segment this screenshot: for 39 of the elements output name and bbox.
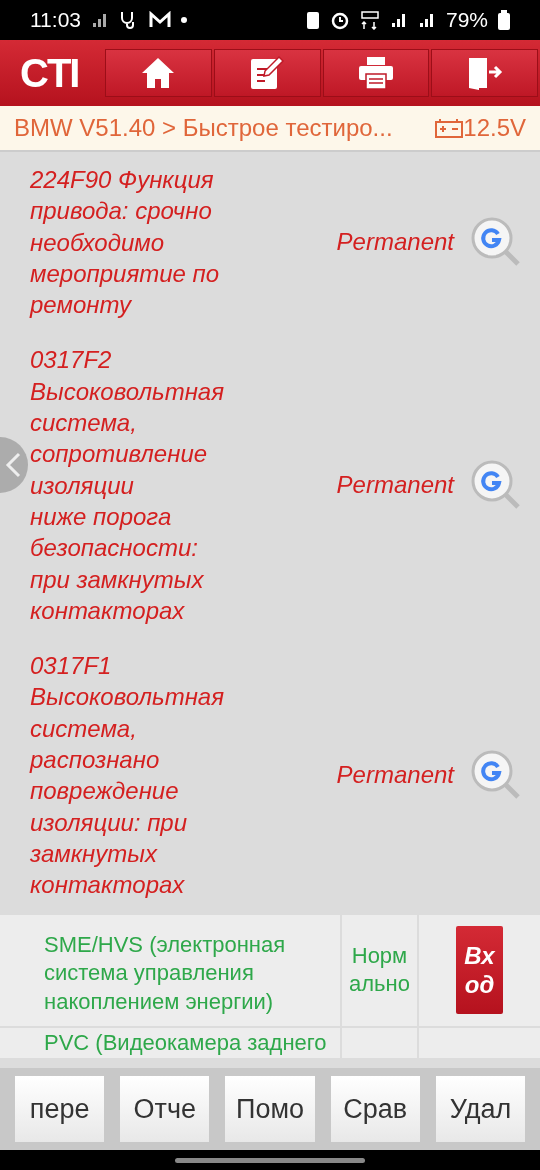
fault-description: 0317F1 Высоковольтная система, распознано повреждение изоляции: при замкнутых контакторах bbox=[30, 651, 226, 901]
mail-icon bbox=[149, 11, 171, 29]
print-button[interactable] bbox=[322, 49, 430, 97]
fault-status: Permanent bbox=[336, 761, 454, 789]
exit-button[interactable] bbox=[431, 49, 538, 97]
system-name-cell: SME/HVS (электронная система управления накоплением энергии) bbox=[0, 914, 340, 1027]
home-icon bbox=[141, 57, 176, 89]
signal-icon bbox=[417, 11, 436, 29]
fault-status: Permanent bbox=[336, 228, 454, 256]
battery-icon bbox=[498, 10, 510, 30]
system-state-cell: Норм ально bbox=[342, 914, 417, 1027]
dot-icon bbox=[181, 17, 187, 23]
fault-description: 224F90 Функция привода: срочно необходимо мероприятие по ремонту bbox=[30, 165, 221, 321]
battery-percent: 79% bbox=[445, 8, 488, 32]
edit-button[interactable] bbox=[213, 49, 321, 97]
signal-icon bbox=[389, 11, 408, 29]
toolbar-button[interactable]: Помо bbox=[225, 1076, 315, 1142]
toolbar-button[interactable]: пере bbox=[15, 1076, 105, 1142]
network-icon bbox=[359, 10, 380, 30]
fault-status: Permanent bbox=[336, 471, 454, 499]
printer-icon bbox=[357, 56, 394, 90]
battery-icon bbox=[435, 118, 464, 138]
home-indicator[interactable] bbox=[175, 1157, 365, 1163]
toolbar-button[interactable]: Отче bbox=[120, 1076, 210, 1142]
system-name-cell: PVC (Видеокамера заднего bbox=[0, 1028, 340, 1058]
signal-icon bbox=[91, 11, 109, 29]
exit-icon bbox=[466, 56, 503, 90]
alarm-icon bbox=[329, 10, 350, 30]
home-button[interactable] bbox=[105, 49, 212, 97]
voltage-reading: 12.5V bbox=[463, 114, 526, 142]
battery-saver-icon bbox=[305, 10, 320, 30]
enter-button[interactable]: Вх од bbox=[456, 926, 503, 1015]
breadcrumb-path: BMW V51.40 > Быстрое тестиро... bbox=[14, 114, 394, 142]
clock-time: 11:03 bbox=[30, 8, 81, 32]
toolbar-button[interactable]: Срав bbox=[330, 1076, 420, 1142]
logo: CTI bbox=[19, 50, 80, 96]
edit-icon bbox=[249, 55, 286, 91]
fault-description: 0317F2 Высоковольтная система, сопротивление изоляции ниже порога безопасности: при замкнутых контакторах bbox=[30, 345, 226, 626]
toolbar-button[interactable]: Удал bbox=[435, 1076, 525, 1142]
